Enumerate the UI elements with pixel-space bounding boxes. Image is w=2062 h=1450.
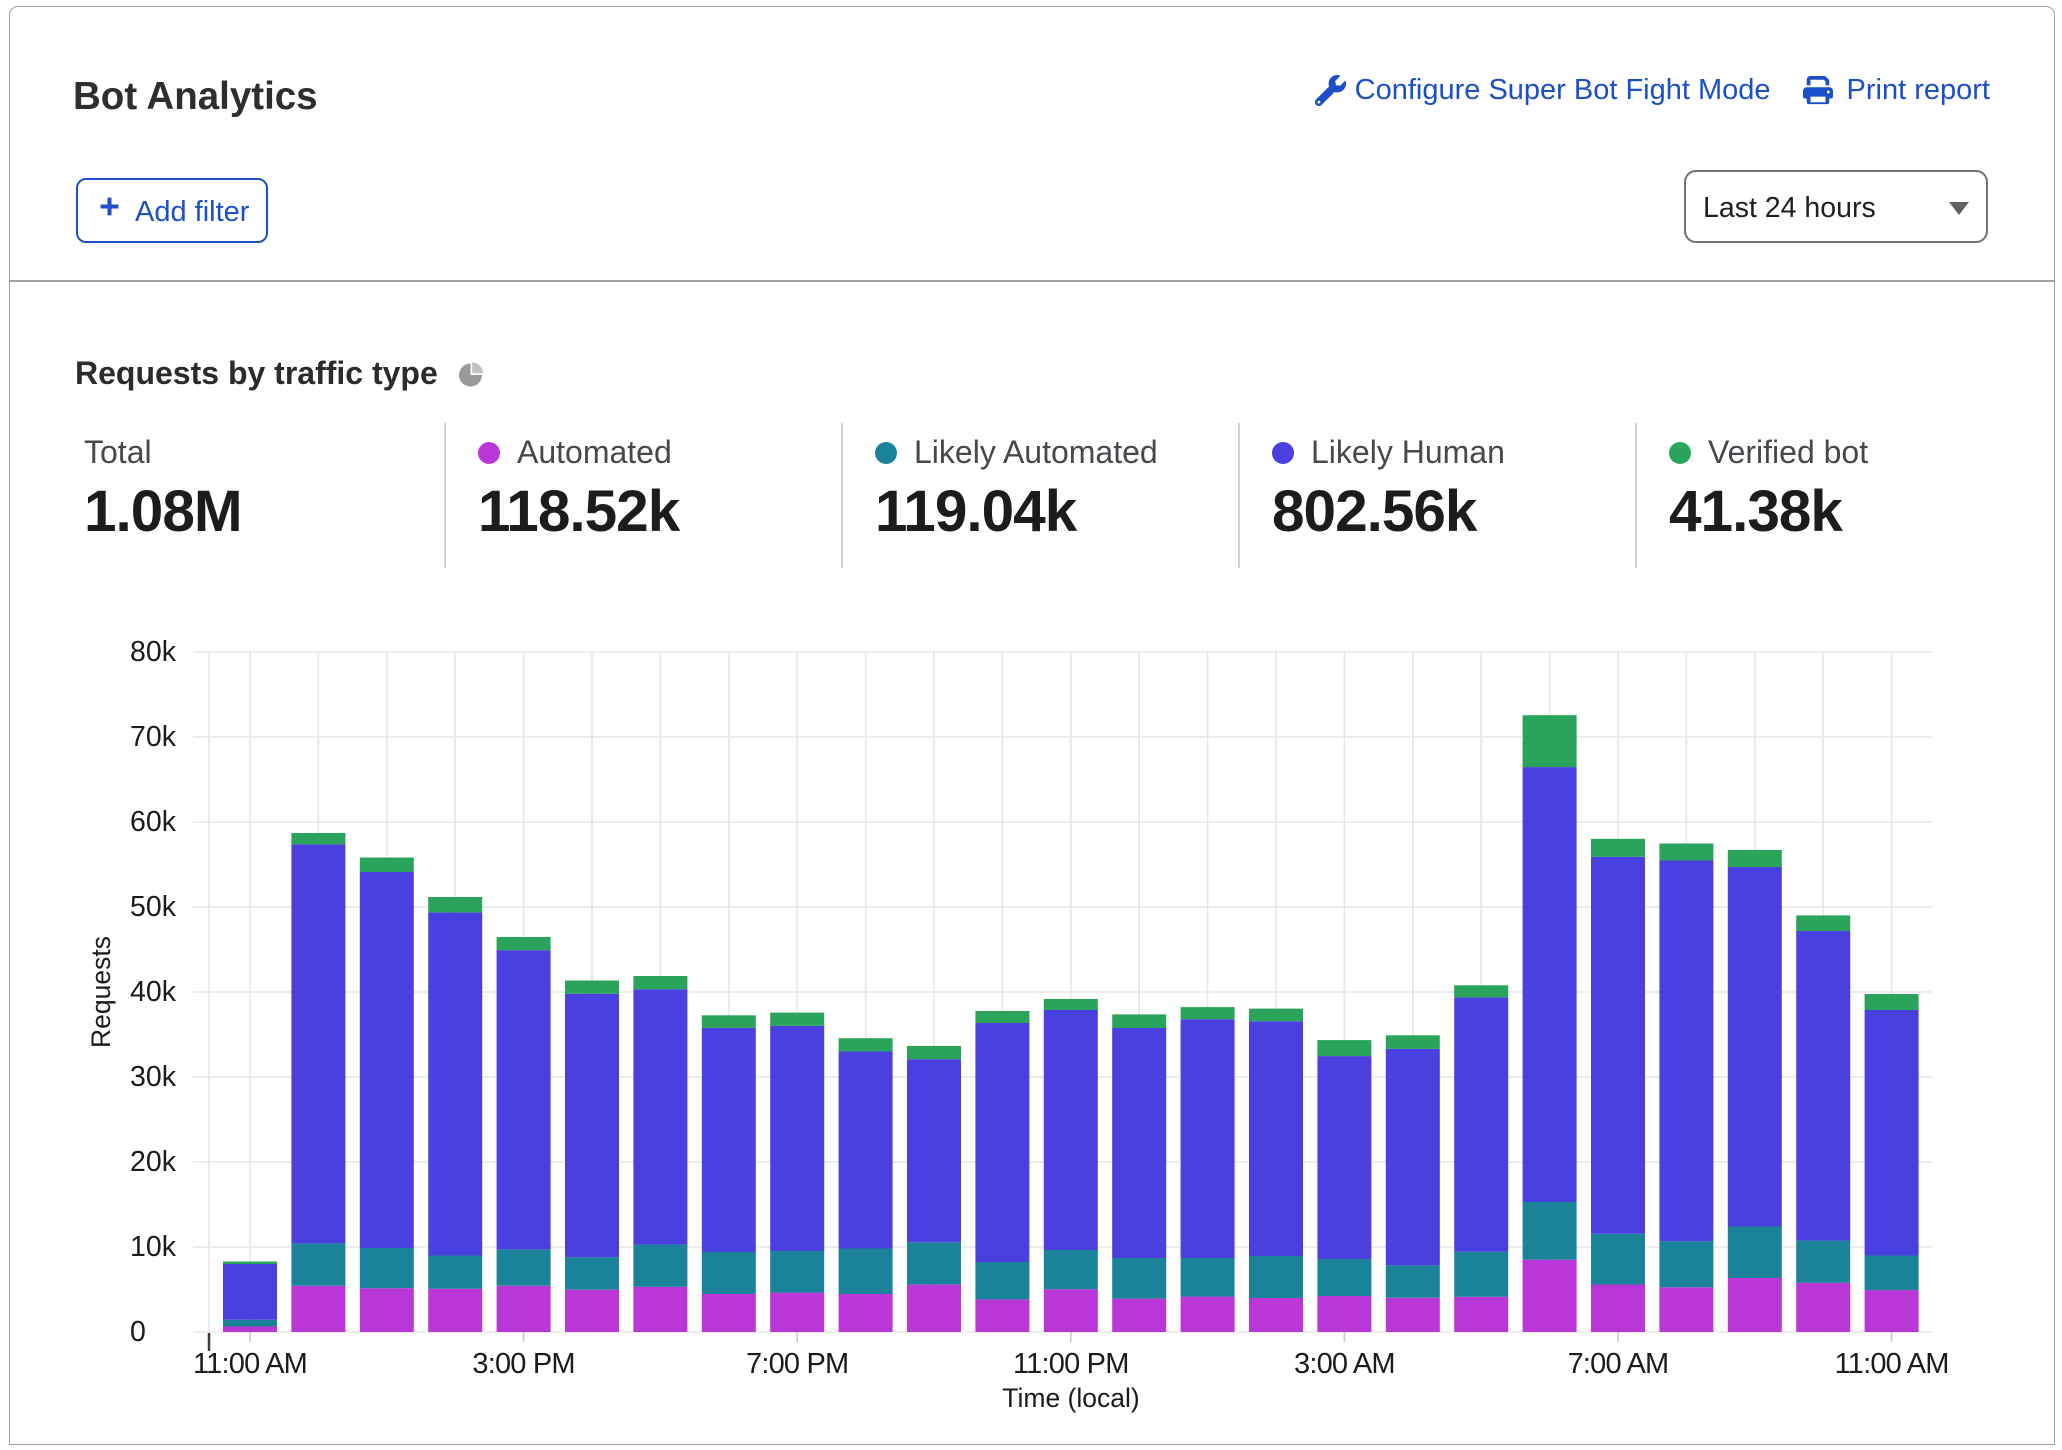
svg-text:11:00 AM: 11:00 AM: [193, 1348, 307, 1380]
svg-text:70k: 70k: [130, 721, 177, 753]
svg-text:40k: 40k: [130, 976, 177, 1008]
svg-text:7:00 PM: 7:00 PM: [746, 1348, 848, 1380]
svg-text:3:00 PM: 3:00 PM: [472, 1348, 574, 1380]
svg-text:50k: 50k: [130, 891, 177, 923]
svg-text:30k: 30k: [130, 1061, 177, 1093]
svg-text:0: 0: [130, 1316, 146, 1348]
svg-text:10k: 10k: [130, 1231, 177, 1263]
svg-text:60k: 60k: [130, 806, 177, 838]
svg-text:11:00 PM: 11:00 PM: [1013, 1348, 1129, 1380]
svg-text:7:00 AM: 7:00 AM: [1568, 1348, 1669, 1380]
svg-text:11:00 AM: 11:00 AM: [1835, 1348, 1949, 1380]
svg-text:80k: 80k: [130, 636, 177, 668]
svg-text:3:00 AM: 3:00 AM: [1294, 1348, 1395, 1380]
svg-text:Requests: Requests: [86, 936, 116, 1048]
svg-text:Time (local): Time (local): [1002, 1383, 1139, 1413]
svg-text:20k: 20k: [130, 1146, 177, 1178]
